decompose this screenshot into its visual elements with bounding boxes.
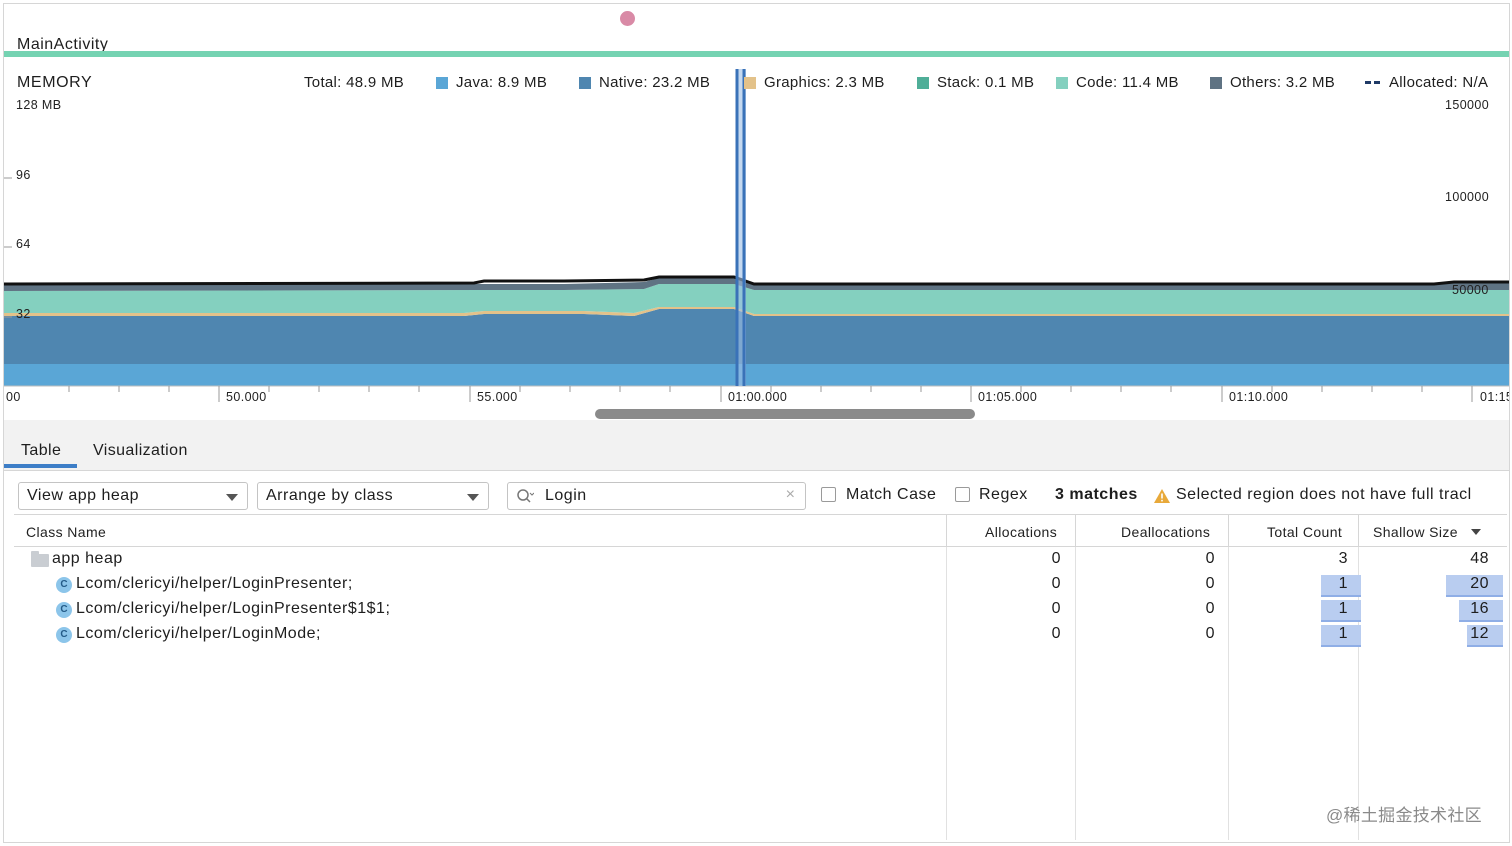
allocations-value: 0 (1051, 575, 1061, 592)
total-count-value: 1 (1338, 600, 1348, 617)
total-count-value: 1 (1338, 625, 1348, 642)
class-icon: C (56, 602, 72, 618)
legend-others: Others: 3.2 MB (1210, 74, 1335, 91)
time-tick-label: 01:15 (1480, 390, 1510, 404)
class-search-input[interactable]: Login × (507, 482, 806, 510)
total-line (4, 275, 1509, 286)
table-row[interactable]: app heap 0 0 3 48 (14, 548, 1507, 573)
timeline-scrollbar (595, 409, 975, 419)
tab-table[interactable]: Table (21, 442, 61, 460)
class-name: Lcom/clericyi/helper/LoginPresenter; (76, 575, 353, 592)
chevron-down-icon (467, 494, 479, 501)
right-axis-label: 50000 (1452, 283, 1489, 297)
allocations-value: 0 (1051, 550, 1061, 567)
code-swatch-icon (1056, 76, 1068, 89)
time-tick-label: 01:10.000 (1229, 390, 1289, 404)
time-tick-label: 01:00.000 (728, 390, 788, 404)
java-swatch-icon (436, 76, 448, 89)
watermark: @稀土掘金技术社区 (1326, 806, 1482, 825)
memory-legend: Total: 48.9 MB Java: 8.9 MB Native: 23.2… (4, 74, 1500, 96)
others-swatch-icon (1210, 76, 1222, 89)
shallow-size-value: 12 (1470, 625, 1489, 642)
allocated-dash-icon (1365, 81, 1381, 84)
match-case-checkbox[interactable] (821, 487, 836, 502)
legend-total: Total: 48.9 MB (304, 74, 405, 91)
native-swatch-icon (579, 76, 591, 89)
right-axis-label: 100000 (1445, 190, 1490, 204)
shallow-size-value: 20 (1470, 575, 1489, 592)
shallow-size-value: 48 (1470, 550, 1489, 567)
allocations-value: 0 (1051, 625, 1061, 642)
deallocations-value: 0 (1205, 625, 1215, 642)
time-tick-label: 50.000 (226, 390, 267, 404)
table-row[interactable]: C Lcom/clericyi/helper/LoginMode; 0 0 1 … (14, 623, 1507, 648)
allocations-value: 0 (1051, 600, 1061, 617)
shallow-size-value: 16 (1470, 600, 1489, 617)
native-area (4, 309, 1509, 364)
left-axis-label: 32 (16, 307, 31, 321)
match-case-label: Match Case (846, 486, 937, 503)
graphics-swatch-icon (744, 76, 756, 89)
warning-icon (1154, 489, 1170, 503)
heap-select-value: View app heap (27, 487, 140, 504)
right-axis-label: 150000 (1445, 98, 1490, 112)
clear-icon[interactable]: × (786, 486, 795, 504)
class-name: app heap (52, 550, 123, 567)
stack-swatch-icon (917, 76, 929, 89)
table-row[interactable]: C Lcom/clericyi/helper/LoginPresenter; 0… (14, 573, 1507, 598)
search-value: Login (545, 487, 587, 504)
folder-icon (31, 551, 49, 567)
arrange-select[interactable]: Arrange by class (257, 482, 489, 510)
left-axis-label: 128 MB (16, 98, 62, 112)
legend-stack: Stack: 0.1 MB (917, 74, 1034, 91)
view-tabs: Table Visualization (4, 420, 1509, 471)
warning-message: Selected region does not have full tracl (1176, 486, 1472, 503)
activity-timeline (4, 51, 1509, 57)
column-deallocations[interactable]: Deallocations (1121, 524, 1210, 540)
regex-checkbox[interactable] (955, 487, 970, 502)
total-count-value: 3 (1338, 550, 1348, 567)
memory-profiler-window: MainActivity MEMORY Total: 48.9 MB Java:… (3, 3, 1510, 843)
table-row[interactable]: C Lcom/clericyi/helper/LoginPresenter$1$… (14, 598, 1507, 623)
legend-native: Native: 23.2 MB (579, 74, 710, 91)
left-axis-label: 64 (16, 237, 31, 251)
regex-label: Regex (979, 486, 1028, 503)
activity-bar: MainActivity (4, 4, 1509, 64)
legend-code: Code: 11.4 MB (1056, 74, 1179, 91)
column-class-name[interactable]: Class Name (26, 524, 106, 540)
touch-event-marker[interactable] (620, 11, 635, 26)
column-shallow-size[interactable]: Shallow Size (1373, 524, 1458, 540)
time-tick-label: 01:05.000 (978, 390, 1038, 404)
arrange-select-value: Arrange by class (266, 487, 394, 504)
deallocations-value: 0 (1205, 575, 1215, 592)
match-count: 3 matches (1055, 486, 1138, 503)
search-icon (517, 489, 534, 503)
left-axis-label: 96 (16, 168, 31, 182)
class-name: Lcom/clericyi/helper/LoginMode; (76, 625, 321, 642)
memory-chart[interactable] (4, 64, 1510, 420)
column-allocations[interactable]: Allocations (985, 524, 1057, 540)
column-total-count[interactable]: Total Count (1267, 524, 1342, 540)
heap-table: Class Name Allocations Deallocations Tot… (14, 514, 1507, 840)
time-tick-label: 55.000 (477, 390, 518, 404)
table-header: Class Name Allocations Deallocations Tot… (14, 514, 1507, 547)
legend-allocated: Allocated: N/A (1365, 74, 1488, 91)
chevron-down-icon (226, 494, 238, 501)
total-count-value: 1 (1338, 575, 1348, 592)
time-tick-label: 00 (6, 390, 21, 404)
heap-select[interactable]: View app heap (18, 482, 248, 510)
legend-java: Java: 8.9 MB (436, 74, 547, 91)
deallocations-value: 0 (1205, 600, 1215, 617)
deallocations-value: 0 (1205, 550, 1215, 567)
sort-descending-icon[interactable] (1471, 529, 1481, 535)
legend-graphics: Graphics: 2.3 MB (744, 74, 885, 91)
java-area (4, 364, 1509, 386)
class-icon: C (56, 577, 72, 593)
tab-visualization[interactable]: Visualization (93, 442, 188, 460)
class-icon: C (56, 627, 72, 643)
class-name: Lcom/clericyi/helper/LoginPresenter$1$1; (76, 600, 391, 617)
active-tab-indicator (4, 464, 77, 468)
heap-toolbar: View app heap Arrange by class Login × M… (4, 470, 1509, 514)
